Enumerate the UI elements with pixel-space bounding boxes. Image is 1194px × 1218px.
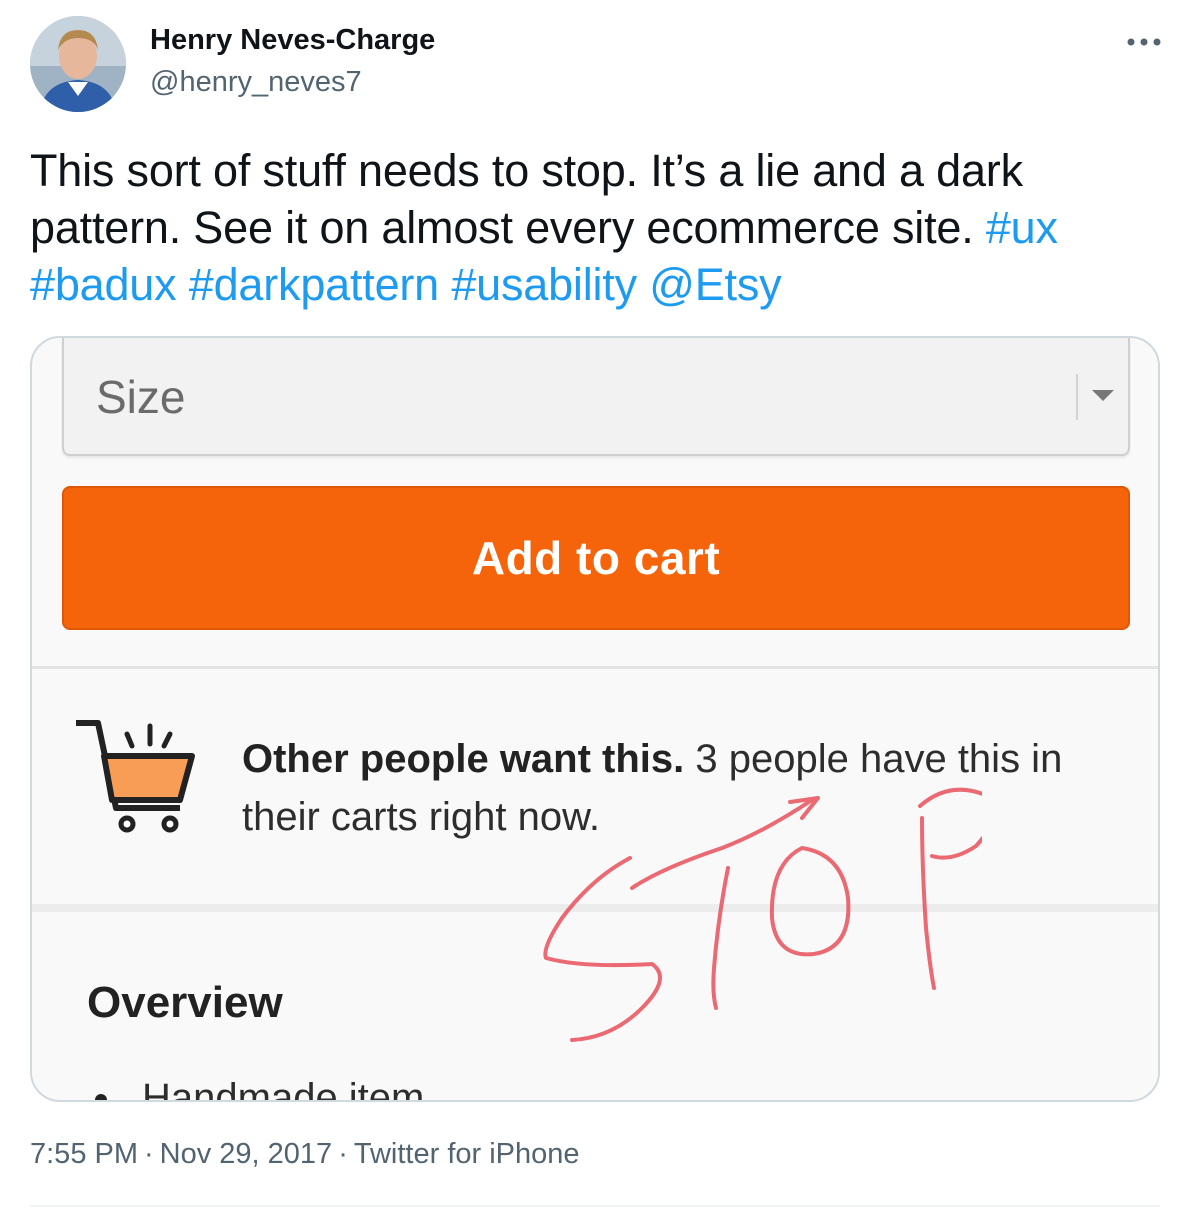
add-to-cart-button: Add to cart	[62, 486, 1130, 630]
divider	[32, 666, 1158, 669]
overview-heading: Overview	[87, 978, 283, 1027]
hashtag-badux[interactable]: #badux	[30, 259, 177, 310]
profile-photo-icon	[30, 16, 126, 112]
hashtag-ux[interactable]: #ux	[986, 202, 1058, 253]
bullet-dot-icon	[95, 1094, 107, 1100]
shopping-cart-icon	[72, 718, 198, 838]
author-handle[interactable]: @henry_neves7	[150, 66, 362, 99]
tweet-date[interactable]: Nov 29, 2017	[160, 1138, 333, 1170]
select-divider	[1076, 374, 1078, 420]
hashtag-usability[interactable]: #usability	[451, 259, 637, 310]
notice-bold: Other people want this.	[242, 737, 685, 781]
separator: ·	[144, 1138, 154, 1170]
stop-scribble-icon	[502, 778, 997, 1058]
more-options-button[interactable]	[1118, 24, 1170, 60]
avatar[interactable]	[30, 16, 126, 112]
list-item-text: Handmade item	[142, 1076, 425, 1102]
chevron-down-icon	[1092, 390, 1114, 401]
tweet-source[interactable]: Twitter for iPhone	[354, 1138, 580, 1170]
size-select: Size	[62, 338, 1130, 456]
divider	[30, 1205, 1160, 1207]
size-select-label: Size	[96, 371, 186, 423]
tweet-body: This sort of stuff needs to stop. It’s a…	[30, 145, 1023, 253]
author-name[interactable]: Henry Neves-Charge	[150, 24, 435, 57]
separator: ·	[338, 1138, 348, 1170]
tweet-metadata: 7:55 PM · Nov 29, 2017 · Twitter for iPhone	[30, 1138, 580, 1171]
tweet-text: This sort of stuff needs to stop. It’s a…	[30, 142, 1150, 313]
mention-etsy[interactable]: @Etsy	[649, 259, 781, 310]
tweet-time[interactable]: 7:55 PM	[30, 1138, 138, 1170]
hashtag-darkpattern[interactable]: #darkpattern	[189, 259, 439, 310]
more-dots-icon	[1127, 38, 1161, 46]
tweet-media-image[interactable]: Size Add to cart Other people want this.…	[30, 336, 1160, 1102]
tweet: Henry Neves-Charge @henry_neves7 This so…	[0, 0, 1194, 1218]
